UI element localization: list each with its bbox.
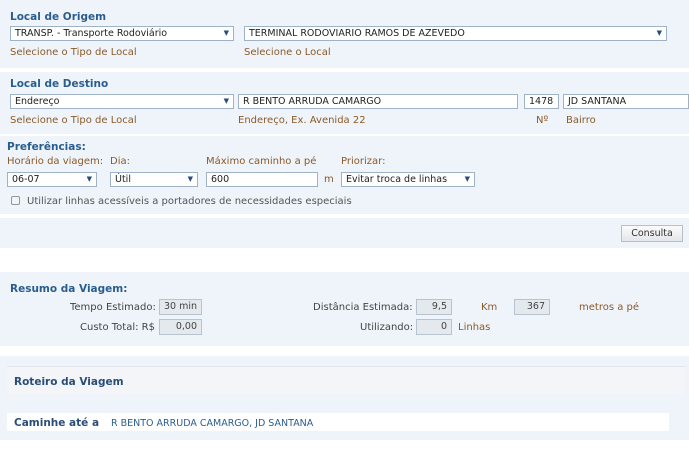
dia-value: Útil xyxy=(115,174,131,185)
consulta-button[interactable]: Consulta xyxy=(621,225,683,242)
chevron-down-icon: ▼ xyxy=(187,175,193,183)
chevron-down-icon: ▼ xyxy=(223,97,229,105)
destino-tipo-hint: Selecione o Tipo de Local xyxy=(10,115,137,126)
caminhe-value: R BENTO ARRUDA CAMARGO, JD SANTANA xyxy=(111,418,314,429)
custo-value: 0,00 xyxy=(159,319,202,335)
dia-label: Dia: xyxy=(110,156,130,167)
destino-endereco-hint: Endereço, Ex. Avenida 22 xyxy=(238,115,366,126)
utilizando-value: 0 xyxy=(416,319,452,335)
destino-numero-input[interactable]: 1478 xyxy=(524,94,559,109)
chevron-down-icon: ▼ xyxy=(464,175,470,183)
preferencias-title: Preferências: xyxy=(7,141,86,153)
linhas-unit: Linhas xyxy=(458,322,491,333)
destino-title: Local de Destino xyxy=(10,78,109,90)
priorizar-value: Evitar troca de linhas xyxy=(346,174,448,185)
horario-value: 06-07 xyxy=(12,174,40,185)
horario-label: Horário da viagem: xyxy=(7,156,104,167)
destino-endereco-input[interactable]: R BENTO ARRUDA CAMARGO xyxy=(238,94,518,109)
priorizar-label: Priorizar: xyxy=(341,156,386,167)
horario-select[interactable]: 06-07 ▼ xyxy=(7,172,97,187)
caminhe-label: Caminhe até a xyxy=(14,417,100,429)
roteiro-step xyxy=(7,413,669,431)
origem-tipo-value: TRANSP. - Transporte Rodoviário xyxy=(15,28,168,39)
roteiro-title: Roteiro da Viagem xyxy=(14,376,124,388)
origem-local-hint: Selecione o Local xyxy=(244,47,331,58)
chevron-down-icon: ▼ xyxy=(86,175,92,183)
acessivel-checkbox[interactable] xyxy=(11,196,20,205)
caminho-label: Máximo caminho a pé xyxy=(206,156,317,167)
custo-label: Custo Total: R$ xyxy=(80,322,155,333)
chevron-down-icon: ▼ xyxy=(223,29,229,37)
metros-unit: metros a pé xyxy=(579,302,640,313)
destino-tipo-value: Endereço xyxy=(15,96,60,107)
origem-tipo-hint: Selecione o Tipo de Local xyxy=(10,47,137,58)
origem-tipo-select[interactable]: TRANSP. - Transporte Rodoviário ▼ xyxy=(10,26,234,41)
chevron-down-icon: ▼ xyxy=(656,29,662,37)
distancia-label: Distância Estimada: xyxy=(313,302,413,313)
metros-value: 367 xyxy=(514,299,550,315)
utilizando-label: Utilizando: xyxy=(360,322,414,333)
destino-bairro-input[interactable]: JD SANTANA xyxy=(563,94,689,109)
origem-title: Local de Origem xyxy=(10,11,107,23)
destino-numero-hint: Nº xyxy=(536,115,549,126)
resumo-title: Resumo da Viagem: xyxy=(10,283,128,295)
origem-local-select[interactable]: TERMINAL RODOVIARIO RAMOS DE AZEVEDO ▼ xyxy=(244,26,667,41)
distancia-unit: Km xyxy=(481,302,498,313)
caminho-unit: m xyxy=(324,174,334,185)
destino-tipo-select[interactable]: Endereço ▼ xyxy=(10,94,234,109)
caminho-input[interactable]: 600 xyxy=(206,172,318,187)
tempo-value: 30 min xyxy=(159,299,202,315)
priorizar-select[interactable]: Evitar troca de linhas ▼ xyxy=(341,172,475,187)
destino-bairro-hint: Bairro xyxy=(566,115,596,126)
actions-section xyxy=(0,218,689,248)
origem-local-value: TERMINAL RODOVIARIO RAMOS DE AZEVEDO xyxy=(249,28,465,39)
tempo-label: Tempo Estimado: xyxy=(70,302,156,313)
acessivel-label[interactable]: Utilizar linhas acessíveis a portadores … xyxy=(27,196,352,207)
distancia-value: 9,5 xyxy=(416,299,452,315)
dia-select[interactable]: Útil ▼ xyxy=(110,172,198,187)
